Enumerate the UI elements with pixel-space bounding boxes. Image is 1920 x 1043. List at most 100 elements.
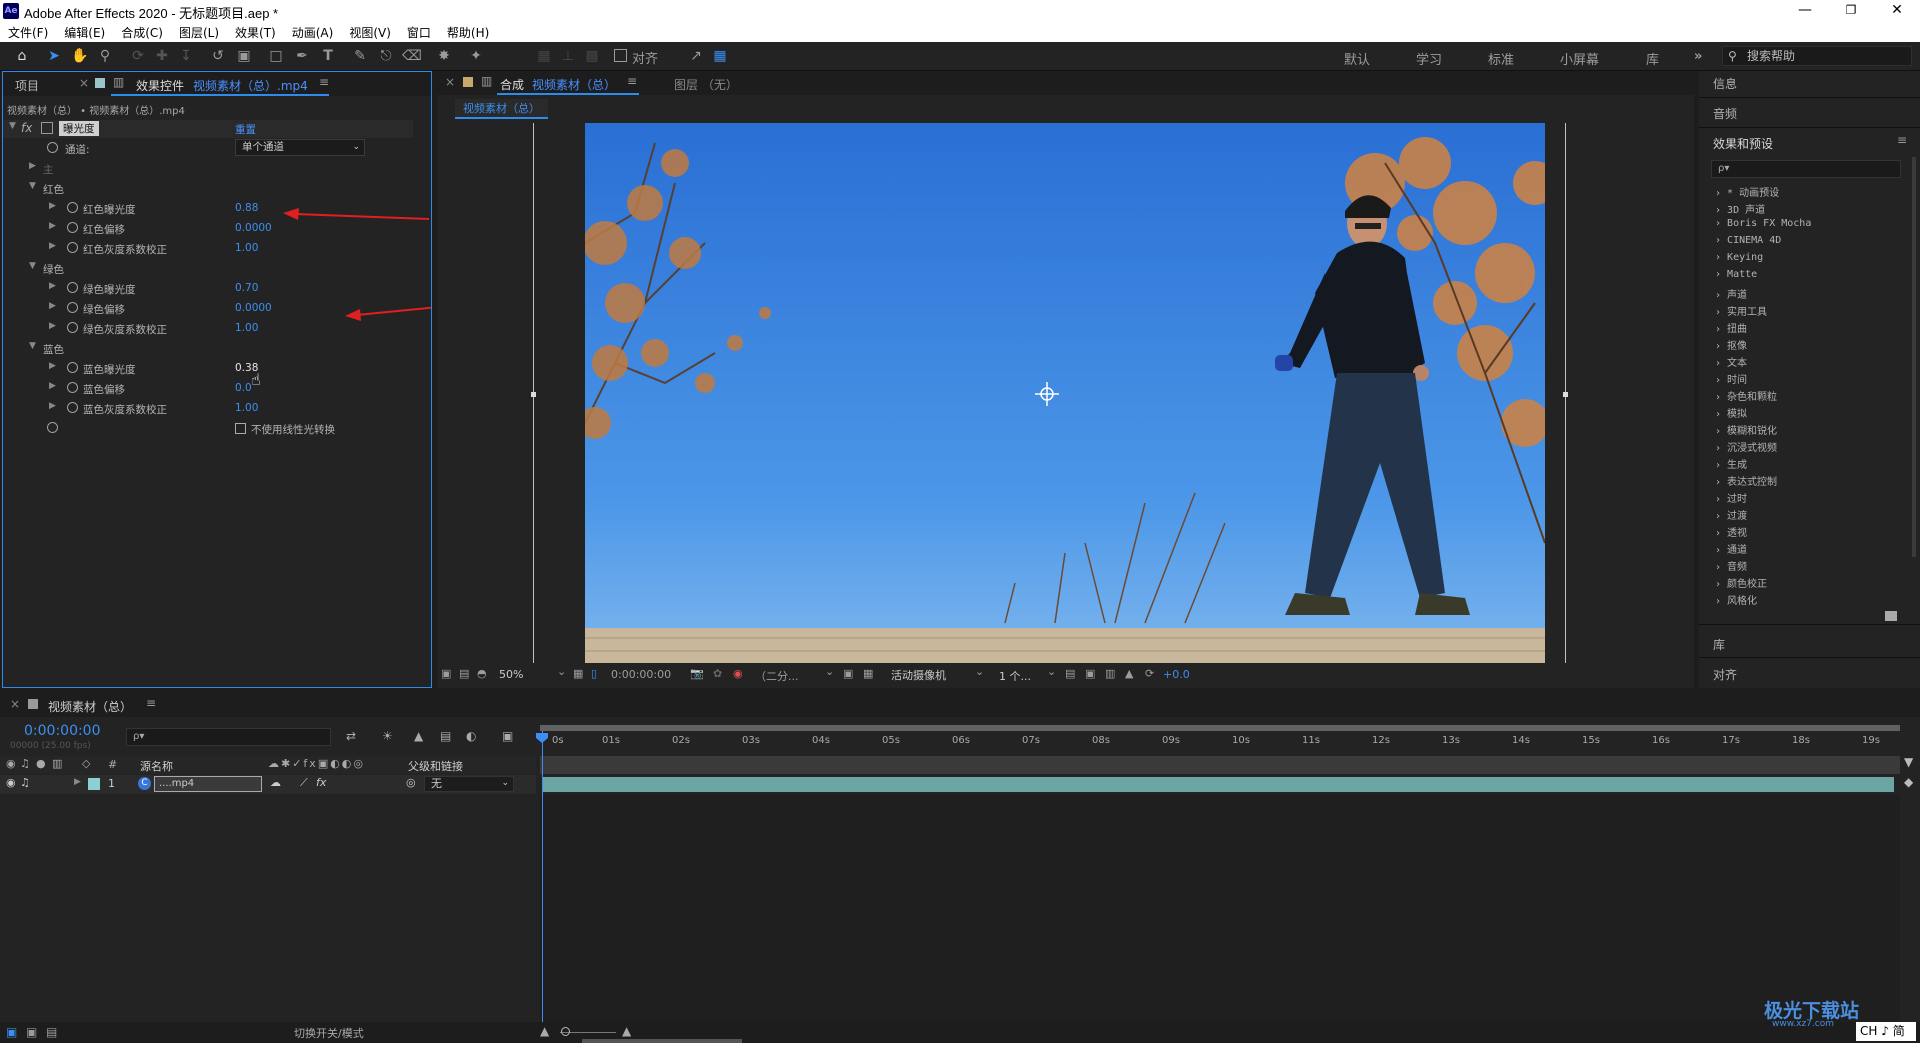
world-axis-icon[interactable]: ⊥	[558, 47, 578, 65]
orbit-camera-icon[interactable]: ⟳	[128, 47, 148, 65]
search-help-input[interactable]: ⚲ 搜索帮助	[1722, 46, 1912, 66]
color-channel-icon[interactable]: ◉	[733, 667, 743, 680]
category-generate[interactable]: › 生成	[1715, 456, 1747, 471]
solo-icon[interactable]: ●	[36, 757, 46, 770]
camera-value[interactable]: 活动摄像机	[891, 667, 946, 683]
timeline-icon[interactable]: ▥	[1105, 667, 1115, 680]
local-axis-icon[interactable]: ▦	[534, 47, 554, 65]
panel-menu-icon[interactable]: ≡	[146, 696, 156, 710]
layer-switches-icon[interactable]: ▣	[26, 1025, 37, 1039]
category-stylize[interactable]: › 风格化	[1715, 592, 1757, 607]
parent-link-header[interactable]: 父级和链接	[408, 758, 463, 774]
category-transition[interactable]: › 过渡	[1715, 507, 1747, 522]
flowchart-icon[interactable]: ▲	[1125, 667, 1133, 680]
category-time[interactable]: › 时间	[1715, 371, 1747, 386]
tab-layer[interactable]: 图层 （无）	[674, 76, 738, 93]
shy-layers-icon[interactable]: ▲	[414, 729, 423, 743]
comp-subtab[interactable]: 视频素材（总）	[455, 99, 548, 119]
menu-window[interactable]: 窗口	[399, 22, 439, 41]
timeline-tab-name[interactable]: 视频素材（总）	[48, 698, 132, 715]
hand-tool-icon[interactable]: ✋	[70, 47, 90, 65]
category-3d-channel[interactable]: › 3D 声道	[1715, 201, 1765, 216]
snap-features-icon[interactable]: ▦	[710, 47, 730, 65]
view-axis-icon[interactable]: ▩	[582, 47, 602, 65]
panel-menu-icon[interactable]: ≡	[1897, 133, 1907, 147]
always-preview-icon[interactable]: ▣	[441, 667, 451, 680]
frame-blending-icon[interactable]: ▤	[440, 729, 451, 743]
scrollbar[interactable]	[1912, 157, 1916, 557]
selection-tool-icon[interactable]: ➤	[44, 47, 64, 65]
toggle-pixel-icon[interactable]: ▤	[1065, 667, 1075, 680]
menu-layer[interactable]: 图层(L)	[171, 22, 227, 41]
source-name-header[interactable]: 源名称	[140, 758, 173, 774]
category-color-correction[interactable]: › 颜色校正	[1715, 575, 1767, 590]
resolution-value[interactable]: （二分...	[755, 668, 799, 684]
zoom-tool-icon[interactable]: ⚲	[95, 47, 115, 65]
menu-file[interactable]: 文件(F)	[0, 22, 56, 41]
clone-stamp-icon[interactable]: ⎋	[376, 47, 396, 65]
home-icon[interactable]: ⌂	[12, 47, 32, 65]
viewer-timecode[interactable]: 0:00:00:00	[611, 668, 671, 681]
workspace-standard[interactable]: 标准	[1488, 49, 1514, 68]
workspace-small-screen[interactable]: 小屏幕	[1560, 49, 1599, 68]
time-ruler[interactable]: 0s 01s 02s 03s 04s 05s 06s 07s 08s 09s 1…	[540, 733, 1900, 755]
category-immersive-video[interactable]: › 沉浸式视频	[1715, 439, 1777, 454]
chevron-down-icon[interactable]: ⌄	[825, 665, 834, 678]
menu-edit[interactable]: 编辑(E)	[56, 22, 113, 41]
fit-icon[interactable]: ▦	[573, 667, 583, 680]
comp-mini-flowchart-icon[interactable]: ⇄	[346, 729, 356, 743]
restore-icon[interactable]: ❐	[1828, 0, 1874, 22]
category-simulation[interactable]: › 模拟	[1715, 405, 1747, 420]
dolly-camera-icon[interactable]: ↧	[176, 47, 196, 65]
layer-name-field[interactable]: ....mp4	[154, 776, 262, 792]
comp-marker-bin-icon[interactable]: ▼	[1904, 755, 1913, 769]
category-cinema-4d[interactable]: › CINEMA 4D	[1715, 235, 1781, 246]
layer-label-color[interactable]	[88, 778, 100, 790]
layer-row[interactable]: ◉ ♫ ▶ 1 C ....mp4 ☁ ⟋ fx ◎ 无 ⌄	[0, 775, 536, 794]
timeline-timecode[interactable]: 0:00:00:00	[24, 723, 101, 739]
monitor-icon[interactable]: ▤	[459, 667, 469, 680]
label-tag-icon[interactable]: ◇	[82, 757, 90, 770]
transfer-controls-icon[interactable]: ▤	[46, 1025, 57, 1039]
menu-view[interactable]: 视图(V)	[341, 22, 399, 41]
draft-3d-icon[interactable]: ☀	[382, 729, 393, 743]
fx-switch-icon[interactable]: fx	[316, 776, 326, 789]
reset-exposure-icon[interactable]: ⟳	[1145, 667, 1154, 680]
category-text[interactable]: › 文本	[1715, 354, 1747, 369]
workspace-default[interactable]: 默认	[1344, 49, 1370, 68]
pan-camera-icon[interactable]: ✚	[152, 47, 172, 65]
lock-icon[interactable]: ▥	[481, 74, 492, 88]
zoom-value[interactable]: 50%	[499, 668, 523, 681]
category-channel-2[interactable]: › 通道	[1715, 541, 1747, 556]
menu-composition[interactable]: 合成(C)	[113, 22, 171, 41]
ime-badge[interactable]: CH ♪ 简	[1856, 1022, 1916, 1041]
pick-whip-icon[interactable]: ◎	[406, 776, 416, 789]
snapshot-icon[interactable]: 📷	[690, 667, 704, 680]
category-distort[interactable]: › 扭曲	[1715, 320, 1747, 335]
chevron-down-icon[interactable]: ⌄	[1047, 665, 1056, 678]
tab-composition[interactable]: 合成	[500, 76, 524, 93]
chevron-down-icon[interactable]: ⌄	[975, 665, 984, 678]
minimize-icon[interactable]: —	[1782, 0, 1828, 22]
fast-preview-icon[interactable]: ▣	[1085, 667, 1095, 680]
category-matte[interactable]: › Matte	[1715, 269, 1757, 280]
bounds-handle-left[interactable]	[531, 392, 536, 397]
layer-duration-bar[interactable]	[542, 777, 1894, 792]
close-tab-icon[interactable]: ×	[10, 697, 20, 711]
category-obsolete[interactable]: › 过时	[1715, 490, 1747, 505]
composition-video-frame[interactable]	[585, 123, 1545, 663]
vr-goggles-icon[interactable]: ◓	[477, 667, 487, 680]
audio-icon[interactable]: ♫	[20, 776, 30, 789]
snap-edges-icon[interactable]: ↗	[686, 47, 706, 65]
quality-switch-icon[interactable]: ⟋	[300, 776, 308, 790]
effects-search-input[interactable]: ρ▾	[1711, 160, 1901, 178]
render-time-icon[interactable]: ▣	[6, 1025, 17, 1039]
zoom-out-icon[interactable]: ▲	[540, 1024, 549, 1038]
chevron-down-icon[interactable]: ⌄	[557, 665, 566, 678]
align-panel-header[interactable]: 对齐	[1713, 666, 1737, 683]
more-workspaces-icon[interactable]: »	[1694, 49, 1702, 64]
audio-icon[interactable]: ♫	[20, 757, 30, 770]
bounds-handle-right[interactable]	[1563, 392, 1568, 397]
horizontal-scrollbar[interactable]	[582, 1039, 742, 1043]
library-panel-header[interactable]: 库	[1713, 636, 1725, 653]
